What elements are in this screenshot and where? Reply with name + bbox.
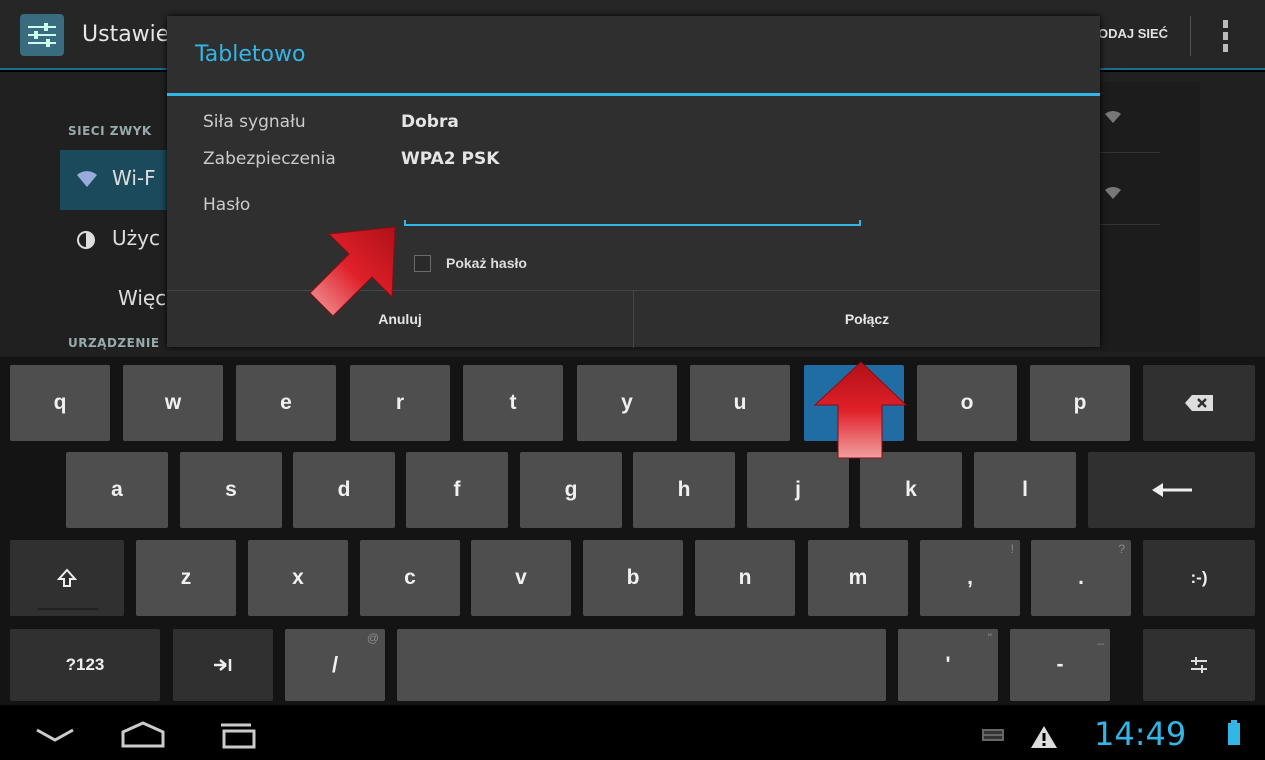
hide-keyboard-icon[interactable]	[35, 728, 75, 742]
arrow-pointing-connect-icon	[813, 361, 908, 459]
key-label: -	[1056, 653, 1064, 676]
keyboard-settings-icon	[1191, 657, 1207, 673]
sidebar-item-data-usage[interactable]: Użyc	[60, 210, 170, 270]
wifi-secured-icon	[1105, 186, 1121, 199]
key-period[interactable]: . ?	[1031, 540, 1131, 616]
dialog-title-divider	[167, 93, 1100, 96]
sidebar-item-more[interactable]: Więc	[60, 270, 170, 330]
key-b[interactable]: b	[583, 540, 683, 616]
actionbar-divider	[1190, 16, 1191, 56]
data-usage-icon	[77, 231, 95, 249]
security-value: WPA2 PSK	[401, 149, 500, 169]
key-p[interactable]: p	[1030, 365, 1130, 441]
key-j[interactable]: j	[747, 452, 849, 528]
sidebar-item-wifi[interactable]: Wi-F	[60, 150, 170, 210]
key-c[interactable]: c	[360, 540, 460, 616]
key-hint: _	[1097, 631, 1104, 645]
status-clock: 14:49	[1094, 715, 1187, 753]
wifi-signal-icon	[1105, 110, 1121, 123]
password-input[interactable]	[404, 220, 861, 226]
tab-icon	[214, 659, 232, 671]
backspace-key[interactable]	[1143, 365, 1255, 441]
show-password-checkbox[interactable]	[414, 255, 431, 272]
tab-key[interactable]	[173, 629, 273, 701]
signal-strength-label: Siła sygnału	[203, 112, 306, 132]
dialog-title: Tabletowo	[195, 42, 306, 67]
add-network-button[interactable]: ODAJ SIEĆ	[1098, 26, 1168, 41]
warning-icon	[1031, 726, 1057, 748]
key-slash[interactable]: / @	[285, 629, 385, 701]
key-hint: "	[987, 631, 992, 645]
key-label: ,	[967, 566, 973, 589]
recent-apps-icon[interactable]	[218, 722, 258, 750]
signal-strength-value: Dobra	[401, 112, 459, 132]
soft-keyboard: q w e r t y u i o p a s d f g h j k l z …	[0, 357, 1265, 705]
sidebar-item-label: Więc	[118, 286, 167, 310]
key-t[interactable]: t	[463, 365, 563, 441]
battery-icon	[1228, 720, 1240, 745]
key-o[interactable]: o	[917, 365, 1017, 441]
key-w[interactable]: w	[123, 365, 223, 441]
enter-key[interactable]	[1088, 452, 1255, 528]
shift-key[interactable]	[10, 540, 124, 616]
key-y[interactable]: y	[577, 365, 677, 441]
key-e[interactable]: e	[236, 365, 336, 441]
network-list	[1100, 82, 1200, 352]
list-item[interactable]	[1100, 154, 1160, 225]
keyboard-status-icon	[982, 729, 1004, 741]
key-a[interactable]: a	[66, 452, 168, 528]
password-label: Hasło	[203, 195, 251, 215]
key-s[interactable]: s	[180, 452, 282, 528]
home-icon[interactable]	[120, 720, 166, 748]
security-label: Zabezpieczenia	[203, 149, 336, 169]
key-hint: !	[1010, 542, 1014, 556]
list-item[interactable]	[1100, 82, 1160, 153]
key-x[interactable]: x	[248, 540, 348, 616]
enter-arrow-icon	[1151, 483, 1192, 497]
key-h[interactable]: h	[633, 452, 735, 528]
key-comma[interactable]: , !	[920, 540, 1020, 616]
backspace-icon	[1185, 395, 1213, 411]
key-f[interactable]: f	[406, 452, 508, 528]
show-password-label[interactable]: Pokaż hasło	[446, 255, 527, 271]
connect-button[interactable]: Połącz	[634, 291, 1100, 348]
key-l[interactable]: l	[974, 452, 1076, 528]
key-hint: @	[366, 631, 379, 645]
key-hint: ?	[1118, 542, 1125, 556]
category-device: URZĄDZENIE	[68, 336, 160, 350]
key-d[interactable]: d	[293, 452, 395, 528]
keyboard-settings-key[interactable]	[1143, 629, 1255, 701]
key-v[interactable]: v	[471, 540, 571, 616]
key-label: .	[1078, 566, 1084, 589]
sidebar-item-label: Wi-F	[112, 166, 156, 190]
key-label: '	[945, 653, 951, 676]
key-label: /	[331, 652, 339, 677]
key-u[interactable]: u	[690, 365, 790, 441]
key-dash[interactable]: - _	[1010, 629, 1110, 701]
settings-app-icon[interactable]	[20, 14, 64, 56]
key-k[interactable]: k	[860, 452, 962, 528]
arrow-pointing-password-icon	[309, 226, 396, 317]
system-nav-bar: 14:49	[0, 705, 1265, 760]
key-r[interactable]: r	[350, 365, 450, 441]
key-n[interactable]: n	[695, 540, 795, 616]
overflow-menu-icon[interactable]	[1215, 18, 1235, 58]
key-g[interactable]: g	[520, 452, 622, 528]
key-q[interactable]: q	[10, 365, 110, 441]
category-networks: SIECI ZWYK	[68, 124, 152, 138]
smiley-key[interactable]: :-)	[1143, 540, 1255, 616]
sliders-icon	[28, 23, 56, 47]
shift-arrow-icon	[57, 568, 77, 587]
key-apostrophe[interactable]: ' "	[898, 629, 998, 701]
key-z[interactable]: z	[136, 540, 236, 616]
space-key[interactable]	[397, 629, 886, 701]
key-m[interactable]: m	[808, 540, 908, 616]
symbols-key[interactable]: ?123	[10, 629, 160, 701]
wifi-icon	[77, 171, 97, 187]
sidebar-item-label: Użyc	[112, 226, 160, 250]
